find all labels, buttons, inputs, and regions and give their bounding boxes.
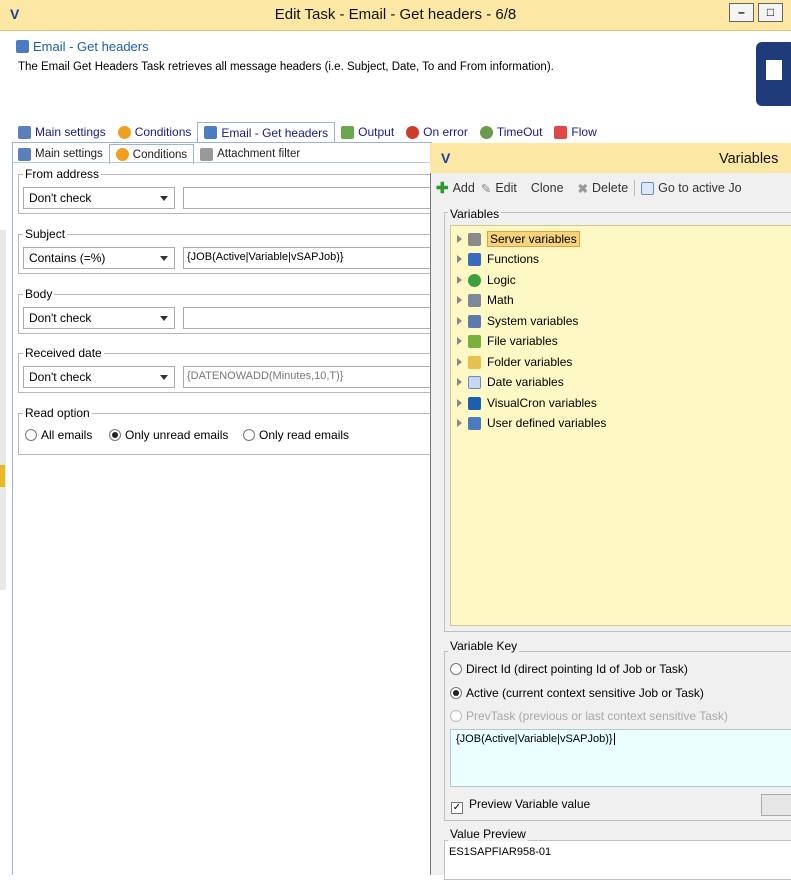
minimize-button[interactable]: –	[729, 3, 754, 22]
read-option-group: Read option All emails Only unread email…	[18, 406, 448, 455]
tree-item-folder-variables[interactable]: Folder variables	[457, 352, 572, 372]
tree-item-math[interactable]: Math	[457, 290, 514, 310]
grid-icon	[641, 181, 655, 195]
user-variables-icon	[468, 416, 481, 430]
radio-all-emails[interactable]: All emails	[25, 428, 92, 442]
maximize-button[interactable]: □	[758, 3, 783, 22]
paperclip-icon	[200, 147, 214, 161]
delete-button[interactable]: ✖ Delete	[578, 181, 629, 196]
main-tabs: Main settings Conditions Email - Get hea…	[12, 120, 603, 142]
radio-only-read-emails[interactable]: Only read emails	[243, 428, 349, 442]
delete-x-icon: ✖	[577, 181, 589, 196]
task-description: The Email Get Headers Task retrieves all…	[18, 61, 554, 73]
subject-input[interactable]: {JOB(Active|Variable|vSAPJob)}	[183, 247, 443, 269]
error-icon	[406, 125, 420, 139]
subtab-main-settings[interactable]: Main settings	[12, 144, 109, 164]
subtab-attachment-filter[interactable]: Attachment filter	[194, 144, 306, 164]
variable-expression-input[interactable]: {JOB(Active|Variable|vSAPJob)}	[450, 729, 791, 787]
read-option-label: Read option	[23, 406, 92, 420]
left-edge-strip	[0, 230, 6, 590]
variables-title: Variables	[719, 151, 779, 167]
tree-item-date-variables[interactable]: Date variables	[457, 372, 564, 392]
body-mode-select[interactable]: Don't check	[23, 307, 175, 329]
email-icon	[16, 40, 29, 53]
subtab-divider	[12, 162, 432, 163]
tab-flow[interactable]: Flow	[548, 122, 602, 142]
tab-email-get-headers[interactable]: Email - Get headers	[197, 122, 336, 142]
tab-timeout[interactable]: TimeOut	[474, 122, 549, 142]
body-label: Body	[23, 287, 55, 301]
server-icon	[468, 232, 481, 246]
folder-icon	[468, 355, 481, 369]
body-group: Body Don't check	[18, 287, 448, 334]
variables-tree[interactable]: Server variables Functions Logic Math Sy…	[450, 225, 791, 626]
window-title: Edit Task - Email - Get headers - 6/8	[274, 6, 517, 23]
output-icon	[341, 125, 355, 139]
go-to-active-job-button[interactable]: Go to active Jo	[641, 181, 742, 195]
tab-on-error[interactable]: On error	[400, 122, 474, 142]
subject-group: Subject Contains (=%) {JOB(Active|Variab…	[18, 227, 448, 274]
variable-key-label: Variable Key	[448, 639, 520, 653]
gear-icon	[18, 125, 31, 139]
preview-variable-checkbox[interactable]: ✓ Preview Variable value	[451, 797, 590, 814]
tree-item-file-variables[interactable]: File variables	[457, 331, 558, 351]
variables-logo-icon: V	[441, 150, 451, 166]
tree-item-system-variables[interactable]: System variables	[457, 311, 578, 331]
received-date-input[interactable]: {DATENOWADD(Minutes,10,T)}	[183, 366, 443, 388]
calendar-icon	[468, 375, 481, 389]
calculator-icon	[468, 293, 481, 307]
tab-conditions[interactable]: Conditions	[112, 122, 198, 142]
task-title: Email - Get headers	[16, 39, 149, 54]
help-document-icon[interactable]	[756, 42, 791, 106]
system-gear-icon	[468, 314, 481, 328]
visualcron-icon	[468, 396, 481, 410]
pencil-icon: ✎	[480, 181, 492, 196]
plus-icon: ✚	[436, 180, 449, 197]
question-icon	[117, 125, 131, 139]
tree-item-server-variables[interactable]: Server variables	[457, 229, 580, 249]
subject-label: Subject	[23, 227, 68, 241]
variables-toolbar: ✚ Add ✎ Edit Clone ✖ Delete Go to active Jo	[436, 178, 791, 198]
radio-prev-task[interactable]: PrevTask (previous or last context sensi…	[450, 709, 728, 723]
body-input[interactable]	[183, 307, 443, 329]
subject-mode-select[interactable]: Contains (=%)	[23, 247, 175, 269]
from-address-label: From address	[23, 167, 102, 181]
file-icon	[468, 334, 481, 348]
tab-output[interactable]: Output	[335, 122, 400, 142]
question-icon	[115, 148, 129, 161]
clone-button[interactable]: Clone	[531, 181, 564, 195]
tree-item-functions[interactable]: Functions	[457, 249, 539, 269]
email-icon	[204, 126, 218, 139]
received-date-mode-select[interactable]: Don't check	[23, 366, 175, 388]
value-preview-box: ES1SAPFIAR958-01	[444, 840, 791, 880]
toolbar-separator	[634, 180, 636, 196]
from-address-mode-select[interactable]: Don't check	[23, 187, 175, 209]
tree-item-user-defined-variables[interactable]: User defined variables	[457, 413, 606, 433]
radio-direct-id[interactable]: Direct Id (direct pointing Id of Job or …	[450, 662, 688, 676]
value-preview-label: Value Preview	[448, 827, 528, 841]
tree-item-visualcron-variables[interactable]: VisualCron variables	[457, 393, 597, 413]
logic-icon	[468, 273, 481, 287]
preview-button[interactable]	[761, 794, 791, 816]
radio-only-unread-emails[interactable]: Only unread emails	[109, 428, 228, 442]
received-date-group: Received date Don't check {DATENOWADD(Mi…	[18, 346, 448, 393]
from-address-group: From address Don't check	[18, 167, 448, 214]
from-address-input[interactable]	[183, 187, 443, 209]
edit-button[interactable]: ✎ Edit	[481, 181, 517, 196]
timeout-icon	[479, 125, 493, 139]
left-edge-accent	[0, 465, 5, 487]
gear-icon	[18, 147, 31, 161]
received-date-label: Received date	[23, 346, 104, 360]
radio-active[interactable]: Active (current context sensitive Job or…	[450, 686, 704, 700]
add-button[interactable]: ✚ Add	[436, 179, 475, 197]
tree-item-logic[interactable]: Logic	[457, 270, 516, 290]
variables-group-label: Variables	[448, 207, 502, 221]
tab-main-settings[interactable]: Main settings	[12, 122, 112, 142]
subtab-conditions[interactable]: Conditions	[108, 144, 195, 164]
flow-icon	[554, 125, 568, 139]
function-icon	[468, 252, 481, 266]
sub-tabs: Main settings Conditions Attachment filt…	[12, 142, 306, 164]
